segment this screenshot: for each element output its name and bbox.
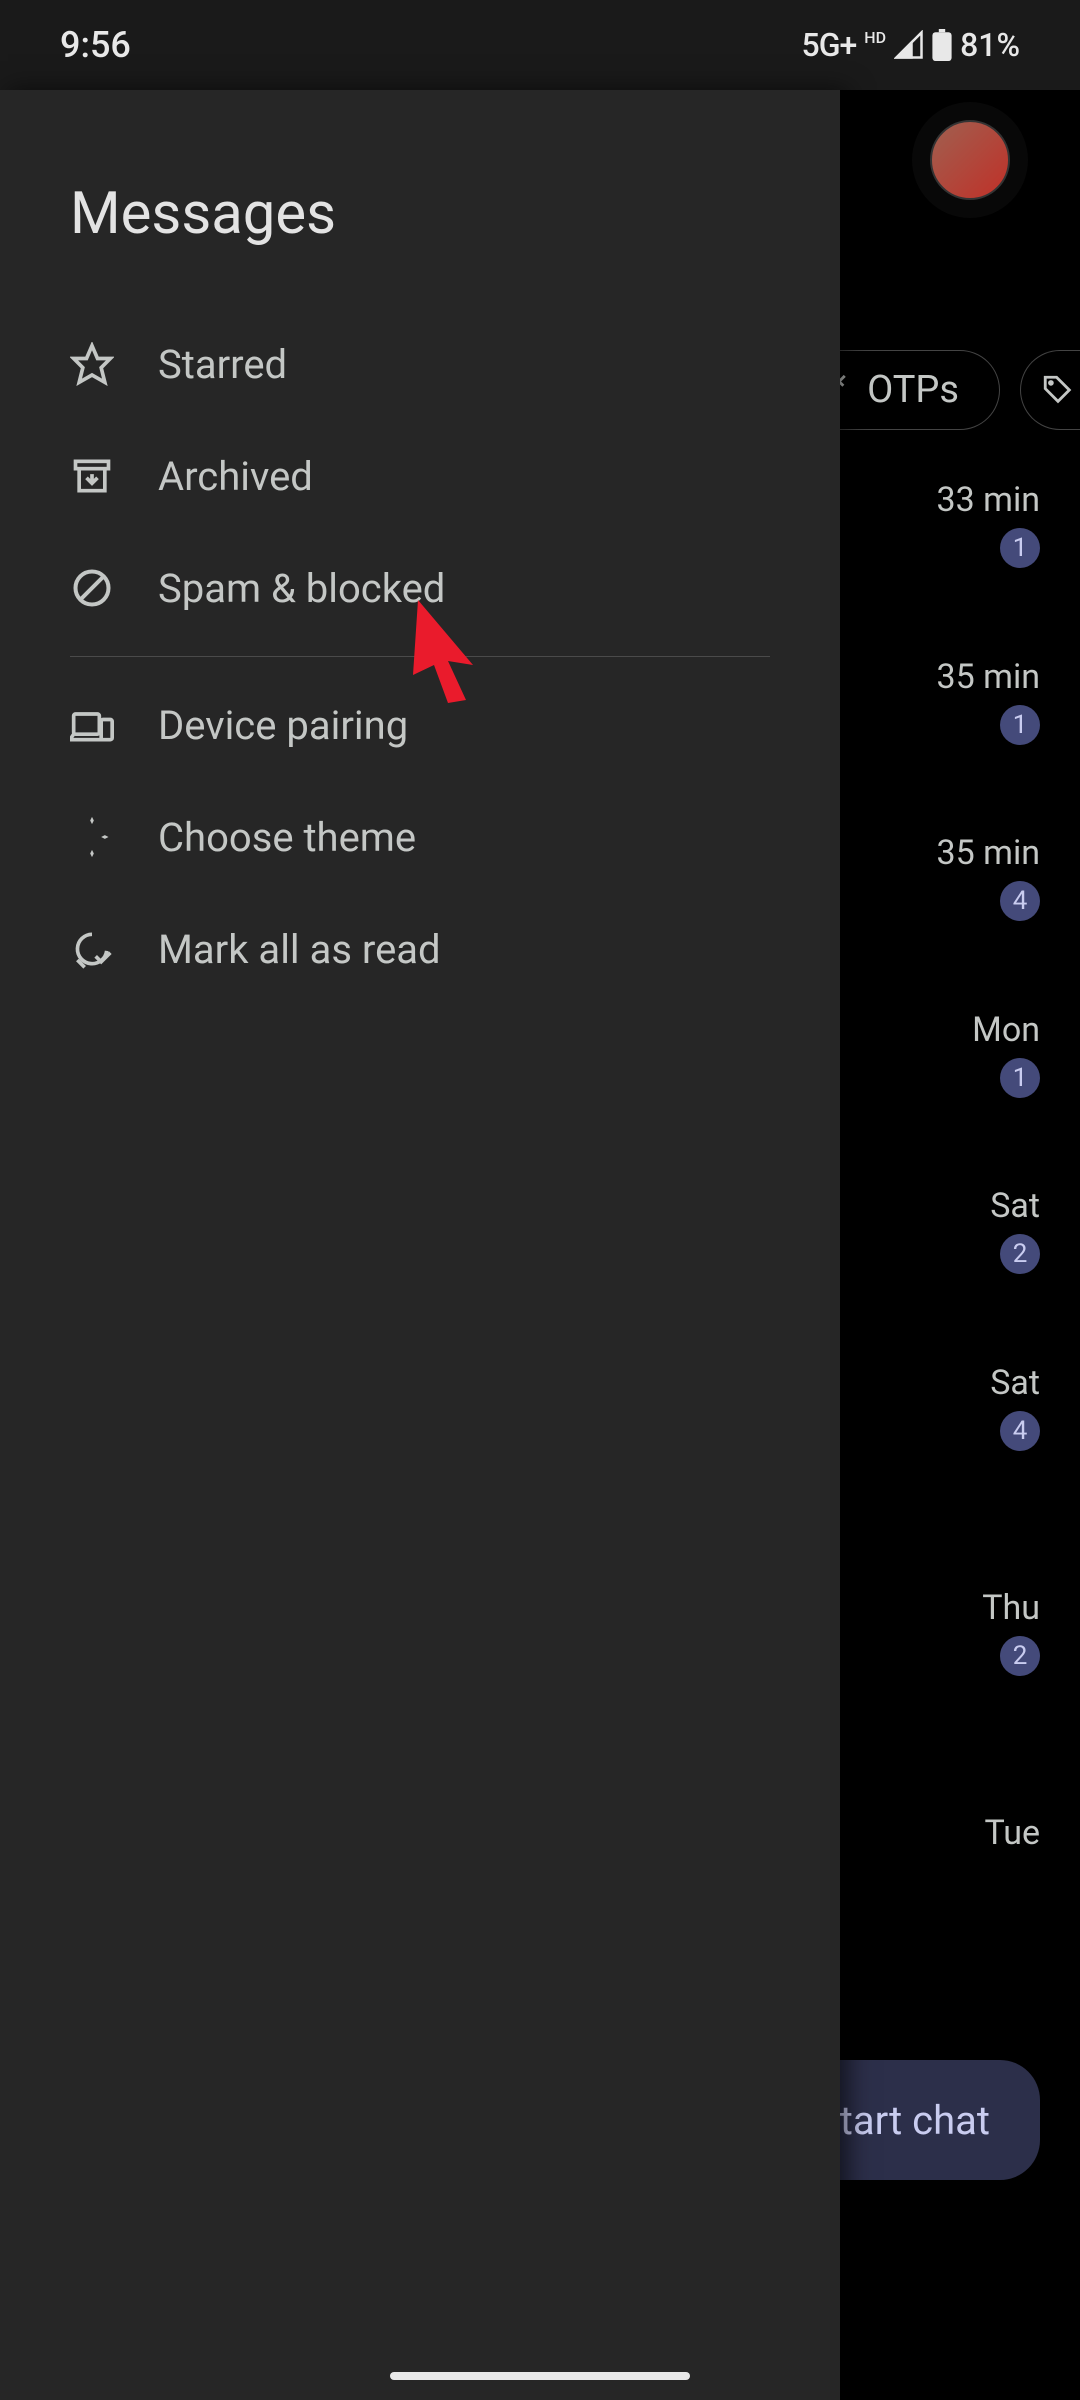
unread-badge: 4 <box>1000 881 1040 921</box>
status-bar: 9:56 5G+ HD 81% <box>0 0 1080 90</box>
drawer-divider <box>70 656 770 657</box>
start-chat-label: Start chat <box>816 2097 990 2144</box>
unread-badge: 2 <box>1000 1636 1040 1676</box>
drawer-item-label: Spam & blocked <box>158 565 445 612</box>
drawer-item-spam[interactable]: Spam & blocked <box>0 532 840 644</box>
drawer-item-starred[interactable]: Starred <box>0 308 840 420</box>
unread-badge: 2 <box>1000 1234 1040 1274</box>
devices-icon <box>70 703 114 747</box>
drawer-item-label: Archived <box>158 453 313 500</box>
star-icon <box>70 342 114 386</box>
drawer-title: Messages <box>0 90 840 308</box>
navigation-drawer: Messages Starred Archived Spam & blocked… <box>0 90 840 2400</box>
drawer-item-choose-theme[interactable]: Choose theme <box>0 781 840 893</box>
battery-percent: 81% <box>960 26 1020 64</box>
profile-avatar[interactable] <box>930 120 1010 200</box>
offers-chip[interactable] <box>1020 350 1080 430</box>
drawer-item-mark-all-read[interactable]: Mark all as read <box>0 893 840 1005</box>
unread-badge: 1 <box>1000 705 1040 745</box>
status-time: 9:56 <box>60 24 131 66</box>
status-right: 5G+ HD 81% <box>802 26 1020 64</box>
block-icon <box>70 566 114 610</box>
mark-read-icon <box>70 927 114 971</box>
drawer-item-label: Starred <box>158 341 287 388</box>
theme-icon <box>70 815 114 859</box>
unread-badge: 1 <box>1000 528 1040 568</box>
drawer-item-label: Mark all as read <box>158 926 441 973</box>
gesture-nav-handle[interactable] <box>390 2372 690 2380</box>
battery-icon <box>932 29 952 61</box>
tag-icon <box>1041 373 1075 407</box>
archive-icon <box>70 454 114 498</box>
drawer-item-archived[interactable]: Archived <box>0 420 840 532</box>
drawer-item-device-pairing[interactable]: Device pairing <box>0 669 840 781</box>
drawer-item-label: Choose theme <box>158 814 416 861</box>
drawer-item-label: Device pairing <box>158 702 408 749</box>
unread-badge: 1 <box>1000 1058 1040 1098</box>
unread-badge: 4 <box>1000 1411 1040 1451</box>
network-type: 5G+ <box>802 26 857 64</box>
otps-chip-label: OTPs <box>867 368 959 412</box>
signal-icon <box>894 30 924 60</box>
hd-indicator: HD <box>864 28 886 47</box>
